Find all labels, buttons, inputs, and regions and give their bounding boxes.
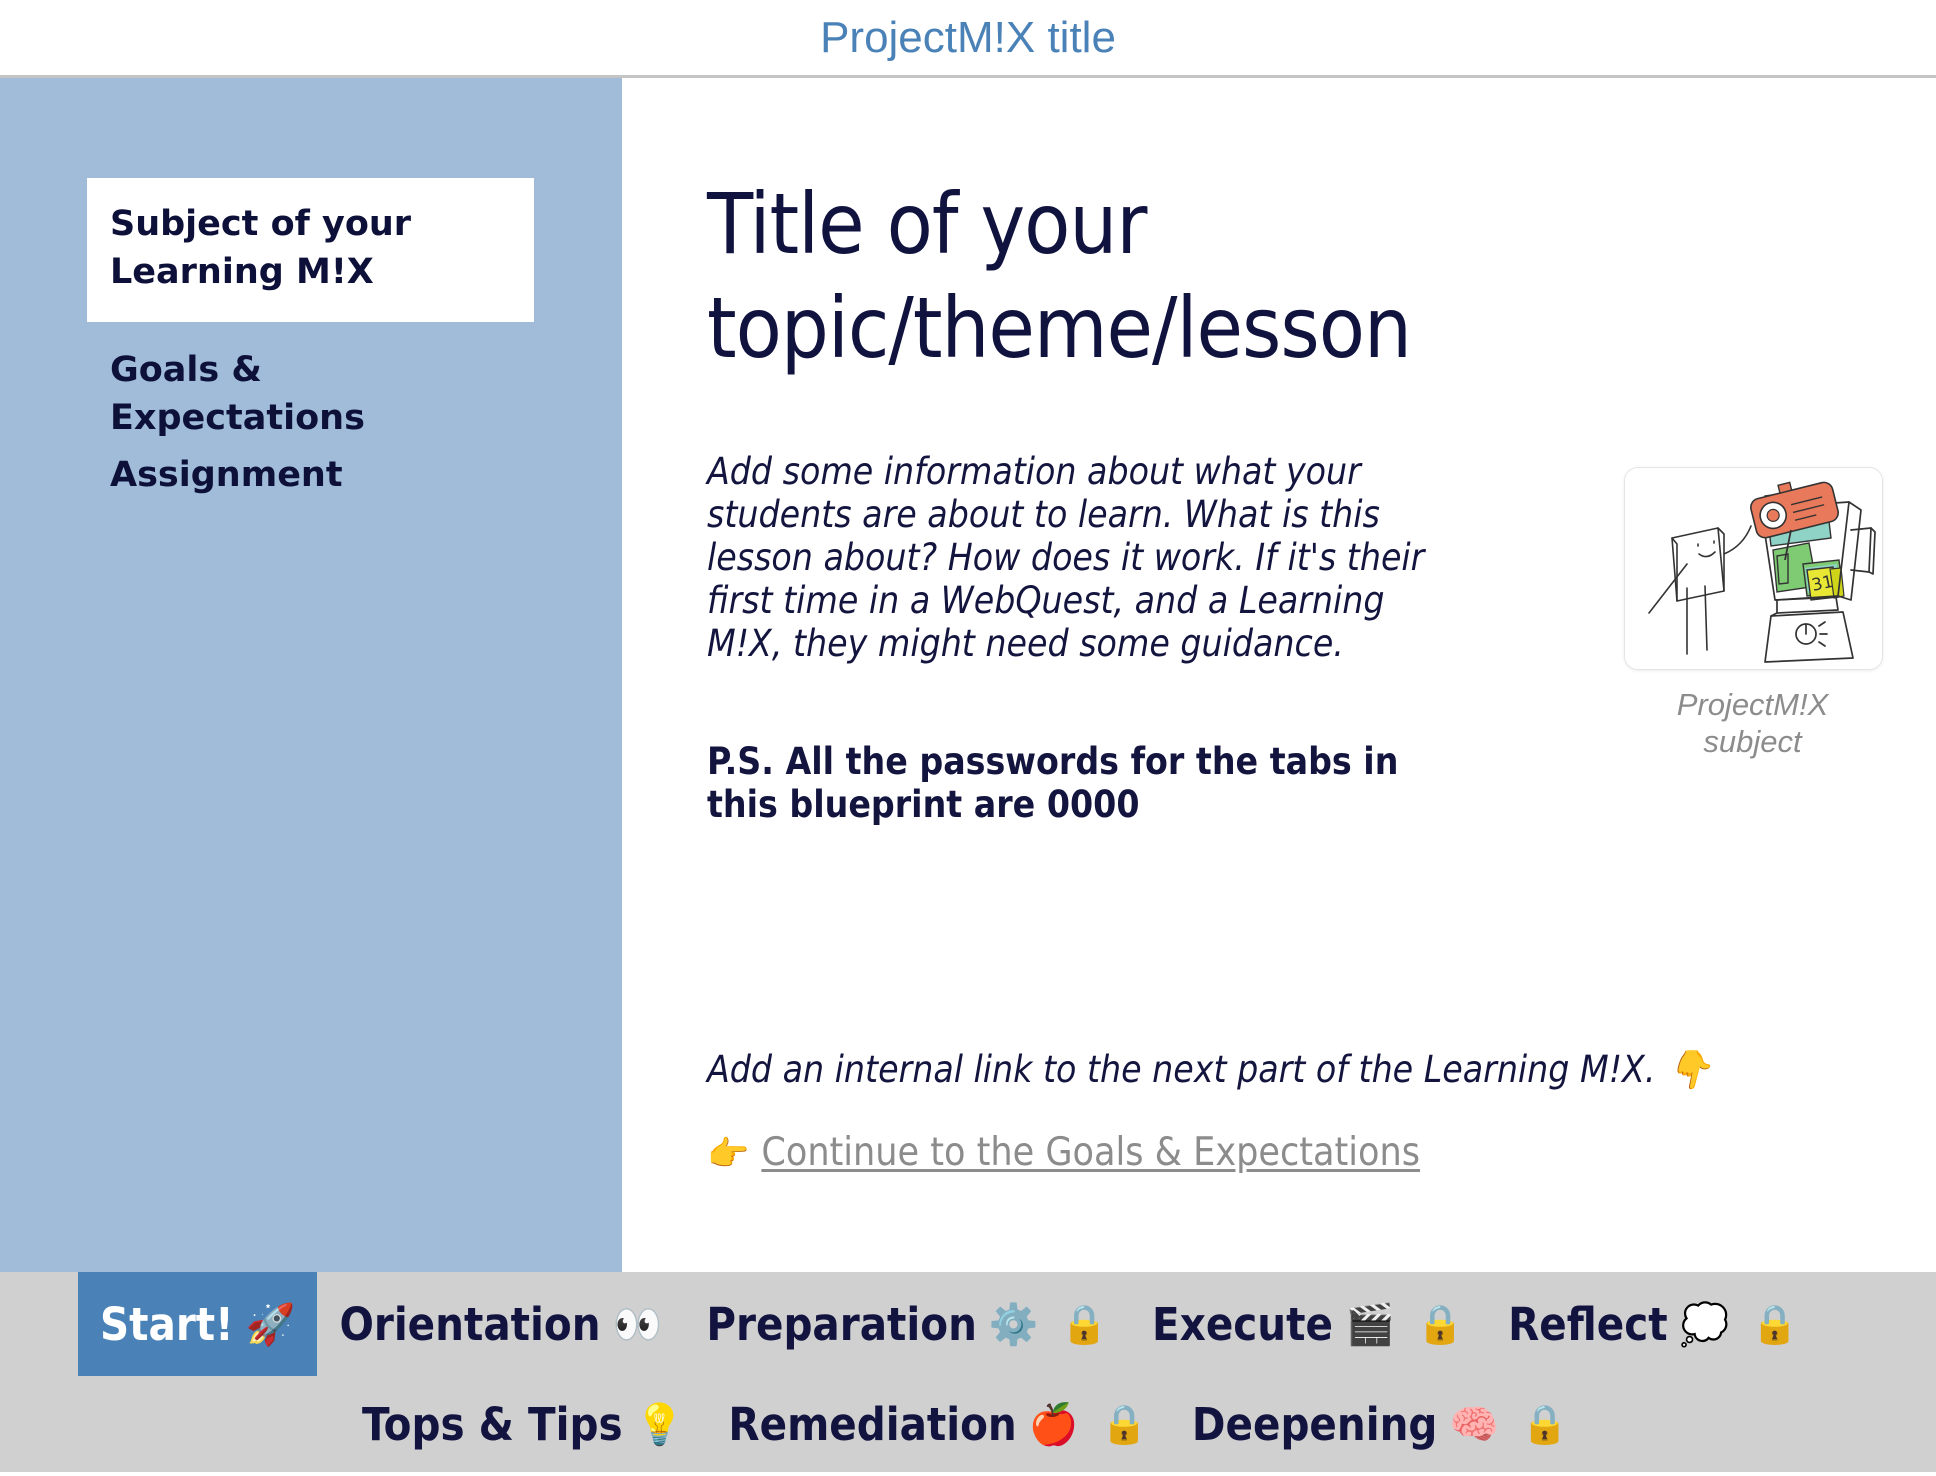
clapper-board-icon: 🎬	[1344, 1301, 1395, 1348]
sidebar-item-subject[interactable]: Subject of your Learning M!X	[87, 178, 534, 322]
lock-icon: 🔒	[1521, 1401, 1569, 1446]
tab-deepening[interactable]: Deepening 🧠 🔒	[1170, 1372, 1591, 1476]
tab-row-secondary: Tops & Tips 💡 Remediation 🍎 🔒 Deepening …	[0, 1376, 1936, 1472]
bottom-tab-bar: Start! 🚀 Orientation 👀 Preparation ⚙️ 🔒 …	[0, 1272, 1936, 1472]
projectmix-subject-illustration: 31	[1624, 467, 1883, 670]
main-content: Title of your topic/theme/lesson Add som…	[622, 78, 1936, 1272]
tab-tops-and-tips-label: Tops & Tips	[362, 1397, 623, 1451]
lesson-description: Add some information about what your stu…	[707, 450, 1425, 665]
illustration-caption: ProjectM!X subject	[1676, 687, 1829, 759]
tab-reflect[interactable]: Reflect 💭 🔒	[1486, 1272, 1821, 1376]
internal-link-hint: Add an internal link to the next part of…	[707, 1048, 1713, 1091]
brain-icon: 🧠	[1449, 1401, 1500, 1448]
light-bulb-icon: 💡	[634, 1401, 685, 1448]
apple-icon: 🍎	[1028, 1401, 1079, 1448]
gear-icon: ⚙️	[988, 1301, 1039, 1348]
sidebar-item-assignment[interactable]: Assignment	[110, 451, 343, 499]
tab-orientation-label: Orientation	[339, 1297, 601, 1351]
sidebar-item-goals-expectations[interactable]: Goals & Expectations	[110, 346, 365, 442]
tab-remediation[interactable]: Remediation 🍎 🔒	[706, 1372, 1169, 1476]
rocket-icon: 🚀	[245, 1301, 296, 1348]
lesson-title: Title of your topic/theme/lesson	[707, 175, 1412, 377]
tab-start[interactable]: Start! 🚀	[78, 1272, 318, 1376]
tab-remediation-label: Remediation	[728, 1397, 1017, 1451]
tab-preparation[interactable]: Preparation ⚙️ 🔒	[684, 1272, 1130, 1376]
pointing-right-icon: 👉	[707, 1134, 750, 1174]
lock-icon: 🔒	[1100, 1401, 1148, 1446]
password-note: P.S. All the passwords for the tabs in t…	[707, 740, 1399, 826]
tab-execute[interactable]: Execute 🎬 🔒	[1130, 1272, 1486, 1376]
page-title: ProjectM!X title	[820, 12, 1116, 62]
lock-icon: 🔒	[1416, 1301, 1465, 1346]
thought-balloon-icon: 💭	[1679, 1301, 1730, 1348]
internal-link-row[interactable]: 👉 Continue to the Goals & Expectations	[707, 1130, 1420, 1175]
tab-deepening-label: Deepening	[1191, 1397, 1438, 1451]
sidebar: Subject of your Learning M!X Goals & Exp…	[0, 78, 622, 1272]
tab-start-label: Start!	[100, 1297, 234, 1351]
tab-tops-and-tips[interactable]: Tops & Tips 💡	[340, 1372, 706, 1476]
tab-reflect-label: Reflect	[1508, 1297, 1668, 1351]
tab-orientation[interactable]: Orientation 👀	[317, 1272, 684, 1376]
page-header: ProjectM!X title	[0, 0, 1936, 78]
blender-doodle-icon: 31	[1625, 468, 1882, 669]
eyes-icon: 👀	[612, 1301, 663, 1348]
tab-execute-label: Execute	[1152, 1297, 1333, 1351]
lock-icon: 🔒	[1751, 1301, 1799, 1346]
tab-row-primary: Start! 🚀 Orientation 👀 Preparation ⚙️ 🔒 …	[0, 1272, 1936, 1376]
continue-to-goals-link[interactable]: Continue to the Goals & Expectations	[761, 1130, 1420, 1175]
lock-icon: 🔒	[1060, 1301, 1109, 1346]
tab-preparation-label: Preparation	[706, 1297, 977, 1351]
